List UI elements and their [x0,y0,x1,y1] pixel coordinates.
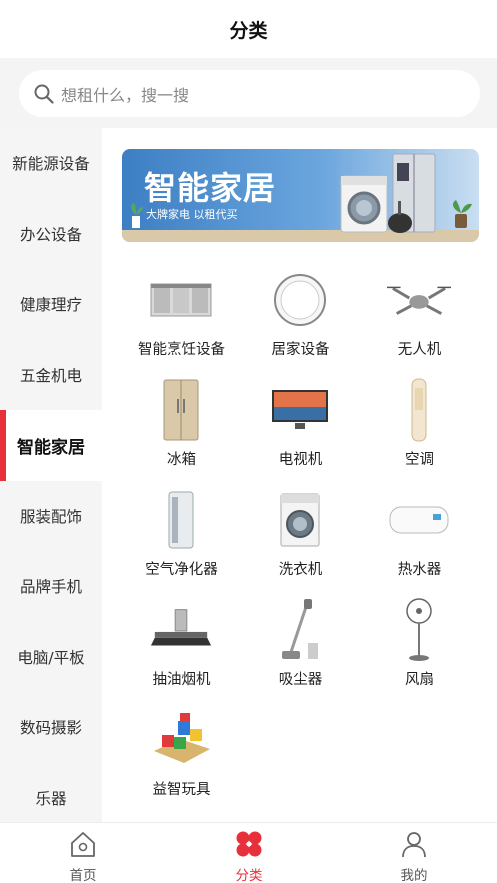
top-bar: 分类 [0,0,497,58]
category-icon [236,831,262,857]
plant-icon [453,200,472,228]
banner-subtitle: 大牌家电 以租代买 [146,208,238,221]
category-sidebar: 新能源设备 办公设备 健康理疗 五金机电 智能家居 服装配饰 品牌手机 电脑/平… [0,128,102,822]
category-label: 风扇 [405,672,434,688]
fan-icon [387,598,451,662]
tab-profile[interactable]: 我的 [331,823,497,883]
tab-label: 我的 [400,868,428,883]
sidebar-item-office[interactable]: 办公设备 [0,199,102,270]
page-title: 分类 [229,19,268,42]
sidebar-item-label: 五金机电 [19,366,82,385]
category-item[interactable]: 洗衣机 [241,488,360,598]
search-area: 想租什么，搜一搜 [0,58,497,128]
category-item[interactable]: 空气净化器 [122,488,241,598]
sidebar-item-label: 乐器 [35,789,67,808]
sidebar-item-phones[interactable]: 品牌手机 [0,551,102,622]
air-conditioner-icon [387,378,451,442]
category-label: 吸尘器 [278,672,323,688]
sidebar-item-label: 新能源设备 [12,155,90,174]
category-item[interactable]: 益智玩具 [122,708,241,818]
sidebar-item-computers[interactable]: 电脑/平板 [0,622,102,693]
search-icon [34,84,54,104]
category-item[interactable]: 冰箱 [122,378,241,488]
category-item[interactable]: 无人机 [360,268,479,378]
water-heater-icon [387,488,451,552]
category-label: 冰箱 [167,452,196,468]
sidebar-item-label: 数码摄影 [19,719,82,738]
plant-icon [131,203,143,228]
category-item[interactable]: 电视机 [241,378,360,488]
range-hood-icon [149,598,213,662]
sidebar-item-instruments[interactable]: 乐器 [0,763,102,823]
sidebar-item-label: 电脑/平板 [17,648,85,667]
drone-icon [387,268,451,332]
sidebar-item-health[interactable]: 健康理疗 [0,269,102,340]
home-icon [71,832,95,857]
category-label: 洗衣机 [278,562,323,578]
sidebar-item-label: 办公设备 [19,225,82,244]
kitchen-appliance-icon [149,268,213,332]
category-item[interactable]: 居家设备 [241,268,360,378]
category-item[interactable]: 风扇 [360,598,479,708]
television-icon [268,378,332,442]
robot-vacuum-icon [268,268,332,332]
category-label: 空调 [405,452,434,468]
air-purifier-icon [149,488,213,552]
sidebar-item-label: 品牌手机 [19,578,82,597]
category-item[interactable]: 吸尘器 [241,598,360,708]
vacuum-cleaner-icon [268,598,332,662]
category-label: 电视机 [278,452,323,468]
category-item[interactable]: 智能烹饪设备 [122,268,241,378]
category-label: 智能烹饪设备 [138,342,225,358]
sidebar-item-label: 智能家居 [17,437,85,458]
refrigerator-icon [149,378,213,442]
category-label: 空气净化器 [145,562,218,578]
profile-icon [402,832,426,858]
vacuum-cleaner-icon [388,201,412,233]
category-item[interactable]: 空调 [360,378,479,488]
tab-label: 首页 [69,868,97,883]
sidebar-item-label: 健康理疗 [19,296,82,315]
bottom-tab-bar: 首页 分类 我的 [0,822,497,883]
sidebar-item-hardware[interactable]: 五金机电 [0,340,102,411]
tab-home[interactable]: 首页 [0,823,166,883]
tab-label: 分类 [235,868,263,883]
tab-category[interactable]: 分类 [166,823,332,883]
category-label: 热水器 [397,562,442,578]
search-input[interactable]: 想租什么，搜一搜 [19,70,480,117]
category-item[interactable]: 热水器 [360,488,479,598]
category-label: 益智玩具 [152,782,211,798]
banner-title: 智能家居 [144,169,277,207]
sidebar-item-apparel[interactable]: 服装配饰 [0,481,102,552]
sidebar-item-smart-home[interactable]: 智能家居 [0,410,102,481]
category-label: 抽油烟机 [152,672,211,688]
search-placeholder: 想租什么，搜一搜 [61,85,190,105]
sidebar-item-new-energy[interactable]: 新能源设备 [0,128,102,199]
promo-banner[interactable]: 智能家居 大牌家电 以租代买 [122,149,479,242]
category-label: 居家设备 [271,342,330,358]
category-item[interactable]: 抽油烟机 [122,598,241,708]
sidebar-item-label: 服装配饰 [19,507,82,526]
washing-machine-icon [268,488,332,552]
washing-machine-icon [340,175,388,233]
category-content: 智能家居 大牌家电 以租代买 智能烹饪设备 居家设备 无人机 冰箱 电视机 空调… [102,128,497,822]
category-label: 无人机 [397,342,442,358]
sidebar-item-camera[interactable]: 数码摄影 [0,692,102,763]
puzzle-toy-icon [149,708,213,772]
